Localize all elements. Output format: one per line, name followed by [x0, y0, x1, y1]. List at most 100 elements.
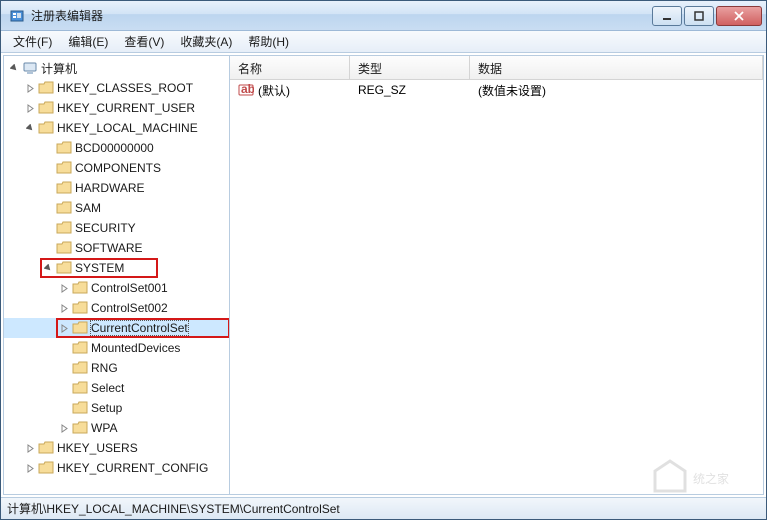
- tree-label: RNG: [91, 361, 118, 375]
- tree-label: Select: [91, 381, 124, 395]
- tree-root[interactable]: 计算机: [4, 58, 229, 78]
- folder-icon: [72, 280, 88, 296]
- collapse-icon[interactable]: [42, 262, 54, 274]
- folder-icon: [72, 420, 88, 436]
- tree-label: BCD00000000: [75, 141, 154, 155]
- expand-icon[interactable]: [24, 442, 36, 454]
- close-button[interactable]: [716, 6, 762, 26]
- statusbar: 计算机\HKEY_LOCAL_MACHINE\SYSTEM\CurrentCon…: [1, 497, 766, 519]
- tree-setup[interactable]: Setup: [4, 398, 229, 418]
- folder-icon: [56, 220, 72, 236]
- expand-icon[interactable]: [24, 462, 36, 474]
- folder-icon: [38, 100, 54, 116]
- col-data[interactable]: 数据: [470, 56, 763, 79]
- tree-software[interactable]: SOFTWARE: [4, 238, 229, 258]
- expand-icon[interactable]: [58, 422, 70, 434]
- menu-view[interactable]: 查看(V): [116, 31, 172, 52]
- folder-icon: [72, 340, 88, 356]
- tree-hkcc[interactable]: HKEY_CURRENT_CONFIG: [4, 458, 229, 478]
- content-area: 计算机 HKEY_CLASSES_ROOT HKEY_CURRENT_USER …: [3, 55, 764, 495]
- value-name: (默认): [258, 82, 290, 99]
- tree-hklm[interactable]: HKEY_LOCAL_MACHINE: [4, 118, 229, 138]
- svg-text:ab: ab: [241, 82, 254, 96]
- tree-select[interactable]: Select: [4, 378, 229, 398]
- list-row[interactable]: ab (默认) REG_SZ (数值未设置): [230, 80, 763, 100]
- tree-label: SECURITY: [75, 221, 136, 235]
- menu-edit[interactable]: 编辑(E): [60, 31, 116, 52]
- window-title: 注册表编辑器: [31, 7, 650, 24]
- list-body[interactable]: ab (默认) REG_SZ (数值未设置): [230, 80, 763, 494]
- folder-icon: [38, 440, 54, 456]
- menu-favorites[interactable]: 收藏夹(A): [172, 31, 240, 52]
- folder-icon: [38, 460, 54, 476]
- cell-type: REG_SZ: [350, 81, 470, 99]
- menu-file[interactable]: 文件(F): [5, 31, 60, 52]
- folder-icon: [56, 140, 72, 156]
- tree-cs002[interactable]: ControlSet002: [4, 298, 229, 318]
- expand-icon[interactable]: [58, 282, 70, 294]
- tree-system[interactable]: SYSTEM: [4, 258, 229, 278]
- tree-hkcu[interactable]: HKEY_CURRENT_USER: [4, 98, 229, 118]
- tree-hkcr[interactable]: HKEY_CLASSES_ROOT: [4, 78, 229, 98]
- tree-security[interactable]: SECURITY: [4, 218, 229, 238]
- registry-editor-window: 注册表编辑器 文件(F) 编辑(E) 查看(V) 收藏夹(A) 帮助(H) 计算…: [0, 0, 767, 520]
- values-panel: 名称 类型 数据 ab (默认) REG_SZ (数值未设置): [230, 56, 763, 494]
- tree-label: HARDWARE: [75, 181, 145, 195]
- folder-icon: [72, 300, 88, 316]
- menu-help[interactable]: 帮助(H): [240, 31, 297, 52]
- tree-label: HKEY_USERS: [57, 441, 138, 455]
- collapse-icon[interactable]: [24, 122, 36, 134]
- cell-name: ab (默认): [230, 80, 350, 101]
- folder-icon: [72, 400, 88, 416]
- folder-icon: [38, 80, 54, 96]
- tree-label: SYSTEM: [75, 261, 124, 275]
- collapse-icon[interactable]: [8, 62, 20, 74]
- folder-icon: [56, 260, 72, 276]
- tree-panel[interactable]: 计算机 HKEY_CLASSES_ROOT HKEY_CURRENT_USER …: [4, 56, 230, 494]
- tree-bcd[interactable]: BCD00000000: [4, 138, 229, 158]
- tree-label: ControlSet001: [91, 281, 168, 295]
- col-type[interactable]: 类型: [350, 56, 470, 79]
- col-name[interactable]: 名称: [230, 56, 350, 79]
- folder-icon: [72, 360, 88, 376]
- minimize-button[interactable]: [652, 6, 682, 26]
- cell-data: (数值未设置): [470, 80, 763, 101]
- window-controls: [650, 6, 762, 26]
- tree-cs001[interactable]: ControlSet001: [4, 278, 229, 298]
- folder-icon: [56, 160, 72, 176]
- tree-label: HKEY_LOCAL_MACHINE: [57, 121, 198, 135]
- tree-currentcontrolset[interactable]: CurrentControlSet: [4, 318, 229, 338]
- expand-icon[interactable]: [58, 302, 70, 314]
- titlebar[interactable]: 注册表编辑器: [1, 1, 766, 31]
- tree-rng[interactable]: RNG: [4, 358, 229, 378]
- tree-label: MountedDevices: [91, 341, 180, 355]
- folder-icon: [56, 240, 72, 256]
- tree-label: COMPONENTS: [75, 161, 161, 175]
- folder-icon: [72, 380, 88, 396]
- tree-label: WPA: [91, 421, 117, 435]
- menubar: 文件(F) 编辑(E) 查看(V) 收藏夹(A) 帮助(H): [1, 31, 766, 53]
- folder-icon: [56, 180, 72, 196]
- folder-icon: [56, 200, 72, 216]
- tree-label: HKEY_CURRENT_CONFIG: [57, 461, 208, 475]
- tree-hku[interactable]: HKEY_USERS: [4, 438, 229, 458]
- list-header: 名称 类型 数据: [230, 56, 763, 80]
- tree-label: 计算机: [41, 60, 77, 77]
- expand-icon[interactable]: [58, 322, 70, 334]
- string-value-icon: ab: [238, 82, 254, 98]
- tree-label: Setup: [91, 401, 122, 415]
- expand-icon[interactable]: [24, 82, 36, 94]
- maximize-button[interactable]: [684, 6, 714, 26]
- status-path: 计算机\HKEY_LOCAL_MACHINE\SYSTEM\CurrentCon…: [7, 500, 340, 517]
- tree-wpa[interactable]: WPA: [4, 418, 229, 438]
- tree-mounteddevices[interactable]: MountedDevices: [4, 338, 229, 358]
- tree-hardware[interactable]: HARDWARE: [4, 178, 229, 198]
- tree-sam[interactable]: SAM: [4, 198, 229, 218]
- tree-label: SAM: [75, 201, 101, 215]
- folder-icon: [38, 120, 54, 136]
- tree-components[interactable]: COMPONENTS: [4, 158, 229, 178]
- expand-icon[interactable]: [24, 102, 36, 114]
- folder-icon: [72, 320, 88, 336]
- computer-icon: [22, 60, 38, 76]
- tree-label: CurrentControlSet: [91, 321, 188, 335]
